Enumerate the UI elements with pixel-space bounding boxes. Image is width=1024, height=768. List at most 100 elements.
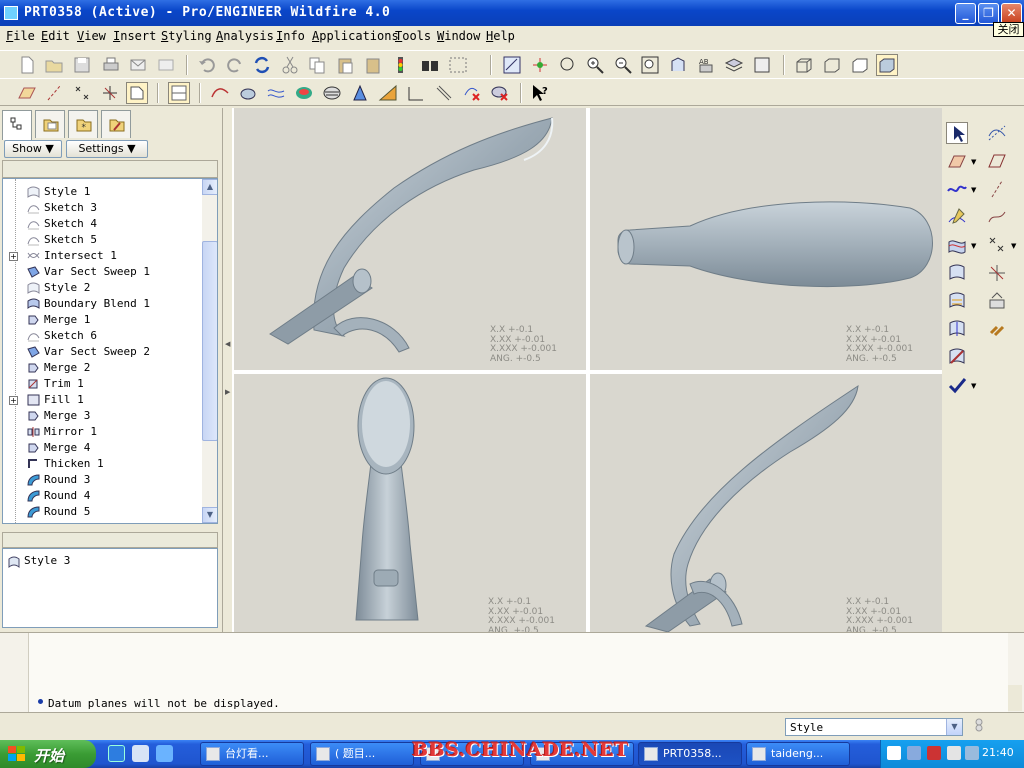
hidden-line-icon[interactable] (822, 55, 842, 75)
email-link-icon[interactable] (156, 55, 176, 75)
menu-view[interactable]: View (77, 29, 106, 43)
dropdown-arrow-icon[interactable]: ▼ (971, 158, 976, 166)
done-checkmark-icon[interactable] (946, 374, 968, 396)
draft-analysis-icon[interactable] (350, 83, 370, 103)
curve-on-surface-tool-icon[interactable] (946, 290, 968, 312)
drop-curve-tool-icon[interactable] (946, 318, 968, 340)
message-scrollbar[interactable] (1008, 685, 1022, 711)
keyboard-icon[interactable] (887, 746, 901, 760)
tree-row[interactable]: Merge 3 (3, 408, 201, 424)
analysis-feature-tool-icon[interactable] (986, 290, 1008, 312)
dihedral-analysis-icon[interactable] (406, 83, 426, 103)
menu-info[interactable]: Info (276, 29, 305, 43)
orient-mode-icon[interactable] (558, 55, 578, 75)
saved-views-icon[interactable]: AB (696, 55, 716, 75)
datum-plane-tool-icon[interactable] (946, 150, 968, 172)
tree-row[interactable]: Mirror 1 (3, 424, 201, 440)
datum-curve-tool-icon[interactable] (986, 206, 1008, 228)
maximize-button[interactable]: ❐ (978, 3, 999, 24)
selected-feature-label[interactable]: Style 3 (24, 554, 70, 567)
taskbar-item[interactable]: taideng... (746, 742, 850, 766)
repaint-icon[interactable] (502, 55, 522, 75)
curve-tool-icon[interactable] (946, 178, 968, 200)
traffic-light-icon[interactable] (390, 55, 410, 75)
datum-point-display-icon[interactable] (72, 83, 92, 103)
grid-display-icon[interactable] (168, 82, 190, 104)
context-help-icon[interactable]: ? (530, 83, 550, 103)
plane-tool-icon[interactable] (986, 150, 1008, 172)
tree-row[interactable]: Sketch 4 (3, 216, 201, 232)
start-button[interactable]: 开始 (0, 740, 96, 768)
paste-icon[interactable] (335, 55, 355, 75)
expand-icon[interactable]: + (9, 252, 18, 261)
menu-help[interactable]: Help (486, 29, 515, 43)
viewport-top-left[interactable]: X.X +-0.1 X.XX +-0.01 X.XXX +-0.001 ANG.… (234, 108, 586, 370)
viewport-top-right[interactable]: X.X +-0.1 X.XX +-0.01 X.XXX +-0.001 ANG.… (590, 108, 942, 370)
axis-tool-icon[interactable] (986, 178, 1008, 200)
curvature-analysis-icon[interactable] (434, 83, 454, 103)
settings-dropdown[interactable]: Settings ▼ (66, 140, 148, 158)
tree-row[interactable]: Merge 4 (3, 440, 201, 456)
antivirus-icon[interactable] (927, 746, 941, 760)
curve-analysis-icon[interactable] (210, 83, 230, 103)
menu-file[interactable]: File (6, 29, 35, 43)
menu-applications[interactable]: Applications (312, 29, 399, 43)
minimize-button[interactable]: _ (955, 3, 976, 24)
refit-icon[interactable] (640, 55, 660, 75)
tree-row[interactable]: Trim 1 (3, 376, 201, 392)
open-folder-icon[interactable] (44, 55, 64, 75)
surface-tool-icon[interactable] (946, 234, 968, 256)
menu-styling[interactable]: Styling (161, 29, 212, 43)
copy-icon[interactable] (307, 55, 327, 75)
tree-row[interactable]: Style 2 (3, 280, 201, 296)
desktop-quicklaunch-icon[interactable] (132, 745, 149, 762)
menu-tools[interactable]: Tools (395, 29, 431, 43)
panel-divider[interactable] (2, 532, 218, 548)
gaussian-curvature-icon[interactable] (294, 83, 314, 103)
no-hidden-icon[interactable] (850, 55, 870, 75)
tree-row[interactable]: + Fill 1 (3, 392, 201, 408)
tree-row[interactable]: Round 5 (3, 504, 201, 520)
tree-row[interactable]: Round 4 (3, 488, 201, 504)
surface-edit-tool-icon[interactable] (946, 262, 968, 284)
connect-tool-icon[interactable] (946, 346, 968, 368)
tree-row[interactable]: Merge 2 (3, 360, 201, 376)
slope-analysis-icon[interactable] (378, 83, 398, 103)
undo-icon[interactable] (197, 55, 217, 75)
graphics-window[interactable]: X.X +-0.1 X.XX +-0.01 X.XXX +-0.001 ANG.… (232, 108, 942, 632)
save-icon[interactable] (72, 55, 92, 75)
tree-row[interactable]: Var Sect Sweep 1 (3, 264, 201, 280)
viewport-bottom-right[interactable]: X.X +-0.1 X.XX +-0.01 X.XXX +-0.001 ANG.… (590, 374, 942, 632)
model-tree-scrollbar[interactable]: ▲ ▼ (202, 179, 217, 523)
selection-box-icon[interactable] (448, 55, 468, 75)
reflection-analysis-icon[interactable] (322, 83, 342, 103)
taskbar-item[interactable]: 台灯看... (200, 742, 304, 766)
taskbar-item-proe[interactable]: PRT0358... (638, 742, 742, 766)
tree-row[interactable]: Sketch 6 (3, 328, 201, 344)
delete-all-analysis-icon[interactable] (490, 83, 510, 103)
tree-row[interactable]: Style 1 (3, 184, 201, 200)
close-button[interactable]: ✕ (1001, 3, 1022, 24)
paste-special-icon[interactable] (363, 55, 383, 75)
zoom-out-icon[interactable] (613, 55, 633, 75)
delete-analysis-icon[interactable] (462, 83, 482, 103)
layers-icon[interactable] (724, 55, 744, 75)
folder-browser-tab[interactable] (35, 110, 65, 138)
expand-icon[interactable]: + (9, 396, 18, 405)
model-tree[interactable]: ▲ ▼ Style 1 Sketch 3 Sketch 4 Sketch 5 + Inte… (2, 178, 218, 524)
cut-icon[interactable] (280, 55, 300, 75)
title-bar[interactable]: PRT0358 (Active) - Pro/ENGINEER Wildfire… (0, 0, 1024, 26)
tree-row[interactable]: Var Sect Sweep 2 (3, 344, 201, 360)
viewport-bottom-left[interactable]: X.X +-0.1 X.XX +-0.01 X.XXX +-0.001 ANG.… (234, 374, 586, 632)
section-analysis-icon[interactable] (238, 83, 258, 103)
scroll-down-arrow[interactable]: ▼ (202, 507, 217, 523)
style-tool-icon[interactable] (946, 206, 968, 228)
reorient-icon[interactable] (668, 55, 688, 75)
wireframe-icon[interactable] (794, 55, 814, 75)
volume-icon[interactable] (947, 746, 961, 760)
show-dropdown[interactable]: Show ▼ (4, 140, 62, 158)
sketch-tool-icon[interactable] (986, 122, 1008, 144)
collapse-arrow-icon[interactable]: ◀ (225, 340, 231, 352)
menu-edit[interactable]: Edit (41, 29, 70, 43)
scroll-thumb[interactable] (202, 241, 217, 441)
